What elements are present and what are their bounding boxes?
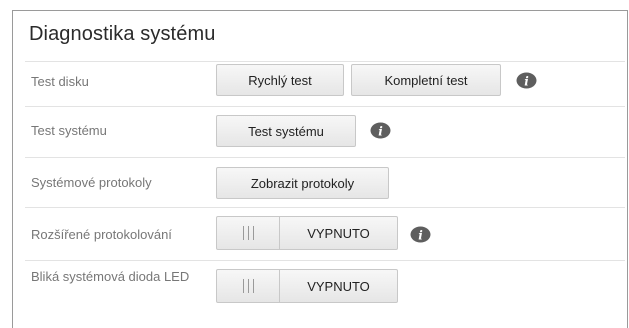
info-icon[interactable]: i [410,226,431,243]
grip-icon [242,279,254,293]
show-logs-button[interactable]: Zobrazit protokoly [216,167,389,199]
toggle-handle[interactable] [217,217,280,249]
grip-icon [242,226,254,240]
svg-text:i: i [524,75,529,89]
system-test-label: Test systému [31,123,107,138]
info-icon[interactable]: i [516,72,537,89]
info-icon[interactable]: i [370,122,391,139]
extended-logging-label: Rozšířené protokolování [31,227,172,242]
led-blink-toggle[interactable]: VYPNUTO [216,269,398,303]
quick-test-button[interactable]: Rychlý test [216,64,344,96]
divider [25,207,625,208]
toggle-state: VYPNUTO [307,225,370,241]
panel-title: Diagnostika systému [29,23,216,45]
system-diagnostics-panel: Diagnostika systému Test disku Rychlý te… [12,10,628,328]
svg-text:i: i [418,229,423,243]
toggle-state: VYPNUTO [307,278,370,294]
divider [25,61,625,62]
divider [25,260,625,261]
led-blink-label: Bliká systémová dioda LED [31,269,190,284]
disk-test-label: Test disku [31,74,89,89]
system-logs-label: Systémové protokoly [31,175,152,190]
extended-logging-toggle[interactable]: VYPNUTO [216,216,398,250]
divider [25,106,625,107]
divider [25,157,625,158]
system-test-button[interactable]: Test systému [216,115,356,147]
full-test-button[interactable]: Kompletní test [351,64,501,96]
toggle-handle[interactable] [217,270,280,302]
svg-text:i: i [378,125,383,139]
